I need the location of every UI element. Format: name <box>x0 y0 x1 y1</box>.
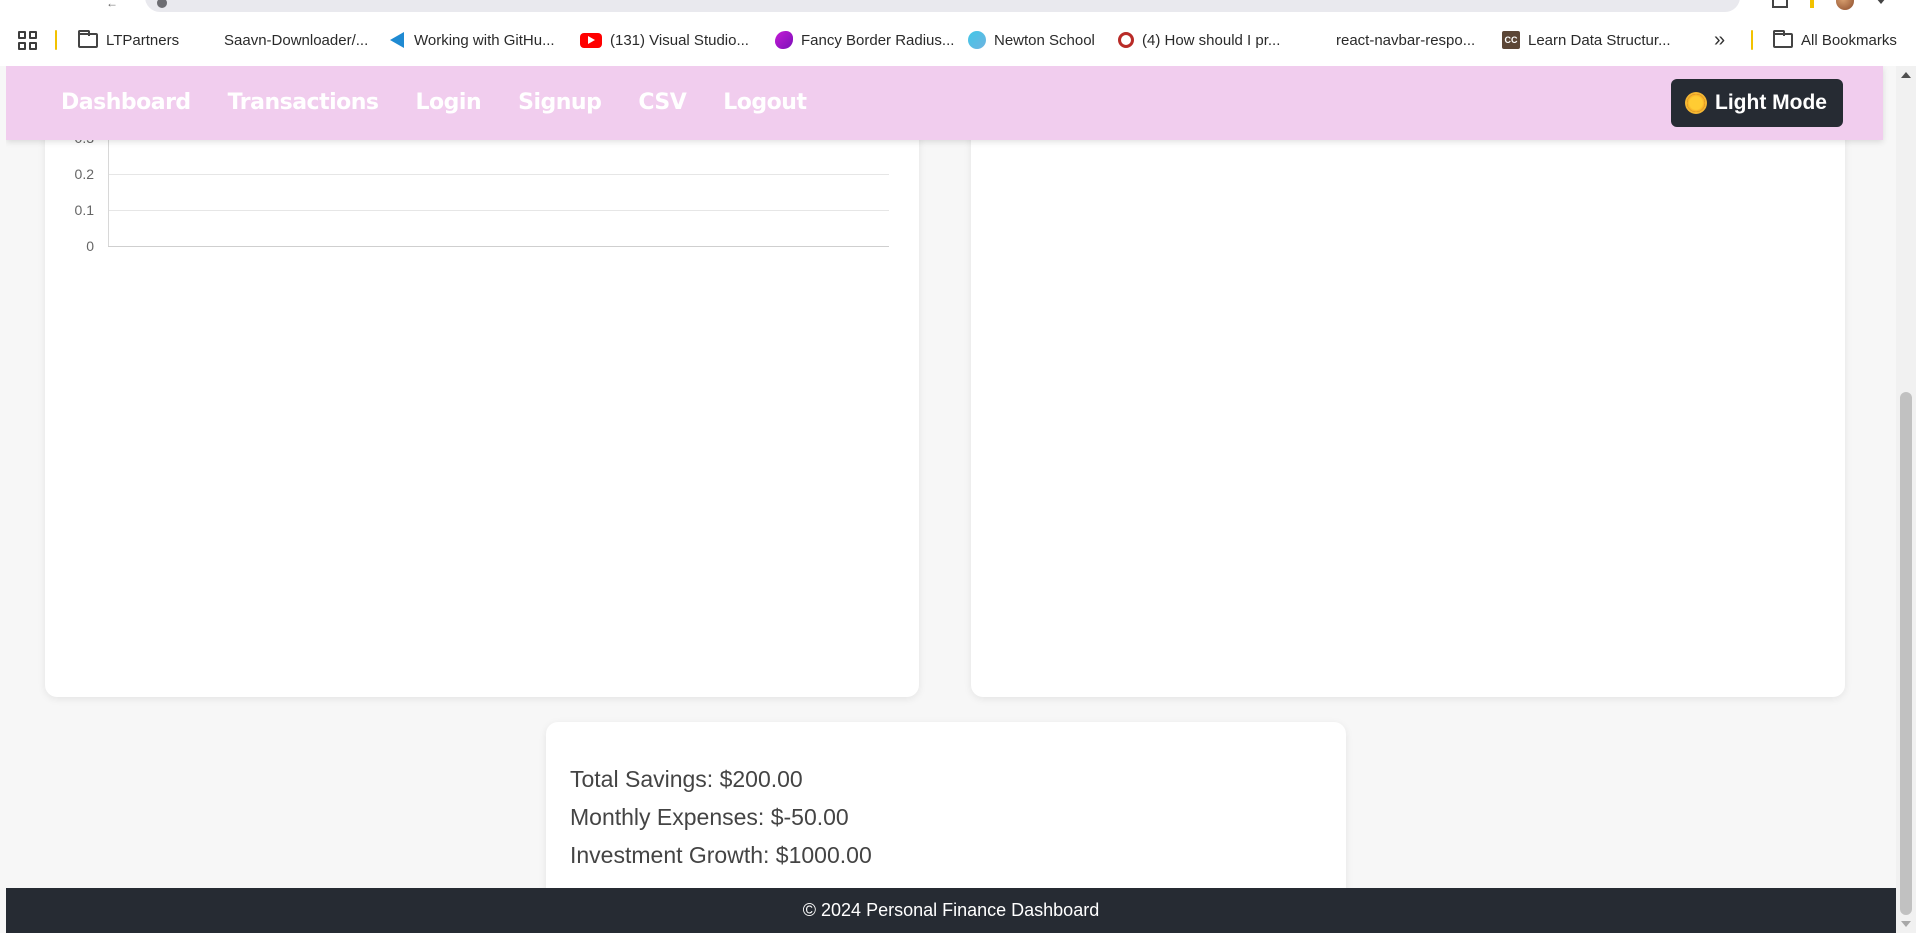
navbar: Dashboard Transactions Login Signup CSV … <box>6 66 1883 140</box>
scroll-down-icon[interactable] <box>1901 921 1911 927</box>
folder-icon <box>1773 29 1793 48</box>
bookmark-react-navbar[interactable]: react-navbar-respo... <box>1336 30 1475 50</box>
newton-icon <box>968 31 986 49</box>
page-scrollbar[interactable] <box>1896 66 1916 933</box>
bookmark-label: Newton School <box>994 31 1095 49</box>
bookmark-label: react-navbar-respo... <box>1336 31 1476 49</box>
footer-text: © 2024 Personal Finance Dashboard <box>802 900 1100 920</box>
site-info-icon[interactable] <box>157 0 167 8</box>
bookmark-label: LTPartners <box>106 31 180 49</box>
bookmark-separator <box>55 30 57 50</box>
folder-icon <box>78 29 98 48</box>
total-savings: Total Savings: $200.00 <box>570 766 803 792</box>
apps-button[interactable] <box>18 30 37 50</box>
y-tick-label: 0 <box>86 238 94 254</box>
bookmark-youtube[interactable]: (131) Visual Studio... <box>580 30 749 50</box>
cc-icon: CC <box>1502 31 1520 49</box>
toolbar-icons <box>1772 0 1886 10</box>
bookmark-label: Learn Data Structur... <box>1528 31 1671 49</box>
bookmark-github[interactable]: Working with GitHu... <box>388 30 555 50</box>
bookmark-learn-ds[interactable]: CC Learn Data Structur... <box>1502 30 1671 50</box>
bookmark-label: Fancy Border Radius... <box>801 31 955 49</box>
chart-card-right <box>971 66 1845 697</box>
bookmark-label: Saavn-Downloader/... <box>224 31 369 49</box>
bookmarks-bar: LTPartners Saavn-Downloader/... Working … <box>0 24 1916 56</box>
extension-icon[interactable] <box>1810 0 1814 8</box>
tab-search-icon[interactable] <box>1772 0 1788 8</box>
profile-avatar[interactable] <box>1836 0 1854 10</box>
apps-grid-icon <box>18 30 37 50</box>
all-bookmarks[interactable]: All Bookmarks <box>1773 29 1897 50</box>
vscode-icon <box>388 31 406 49</box>
y-tick-label: 0.1 <box>75 202 95 218</box>
chart-card: 0.30.20.10 <box>45 66 919 697</box>
nav-dashboard[interactable]: Dashboard <box>61 90 191 115</box>
address-bar[interactable] <box>145 0 1740 12</box>
nav-logout[interactable]: Logout <box>723 90 807 115</box>
bookmark-ltpartners[interactable]: LTPartners <box>78 29 180 50</box>
bookmark-label: (4) How should I pr... <box>1142 31 1281 49</box>
investment-growth: Investment Growth: $1000.00 <box>570 842 872 868</box>
sun-icon <box>1687 94 1706 112</box>
scroll-up-icon[interactable] <box>1901 72 1911 78</box>
nav-signup[interactable]: Signup <box>518 90 602 115</box>
bookmark-label: Working with GitHu... <box>414 31 555 49</box>
light-mode-label: Light Mode <box>1715 91 1827 114</box>
more-bookmarks-button[interactable]: » <box>1714 28 1726 51</box>
bookmark-saavn[interactable]: Saavn-Downloader/... <box>224 30 368 50</box>
scroll-thumb[interactable] <box>1900 392 1912 915</box>
bookmark-fancy-border[interactable]: Fancy Border Radius... <box>775 30 954 50</box>
bookmark-newton[interactable]: Newton School <box>968 30 1095 50</box>
bookmark-separator <box>1751 30 1753 50</box>
y-tick-label: 0.2 <box>75 166 95 182</box>
browser-toolbar: ← LTPartners Saavn-Downloader/... Workin… <box>0 0 1916 66</box>
app-viewport: 0.30.20.10 Total Savings: $200.00 Monthl… <box>6 66 1896 933</box>
light-mode-button[interactable]: Light Mode <box>1671 79 1843 127</box>
nav-links: Dashboard Transactions Login Signup CSV … <box>61 90 807 115</box>
monthly-expenses: Monthly Expenses: $-50.00 <box>570 804 849 830</box>
youtube-icon <box>580 32 602 48</box>
back-arrow-icon[interactable]: ← <box>106 0 120 10</box>
menu-caret-icon[interactable] <box>1876 0 1886 4</box>
bookmark-label: (131) Visual Studio... <box>610 31 749 49</box>
nav-csv[interactable]: CSV <box>638 90 686 115</box>
nav-login[interactable]: Login <box>416 90 482 115</box>
nav-transactions[interactable]: Transactions <box>228 90 379 115</box>
double-chevron-icon: » <box>1714 28 1726 51</box>
quora-icon <box>1118 32 1134 48</box>
all-bookmarks-label: All Bookmarks <box>1801 31 1897 49</box>
bookmark-quora[interactable]: (4) How should I pr... <box>1118 30 1280 50</box>
blob-icon <box>775 31 793 49</box>
footer: © 2024 Personal Finance Dashboard <box>6 888 1896 933</box>
